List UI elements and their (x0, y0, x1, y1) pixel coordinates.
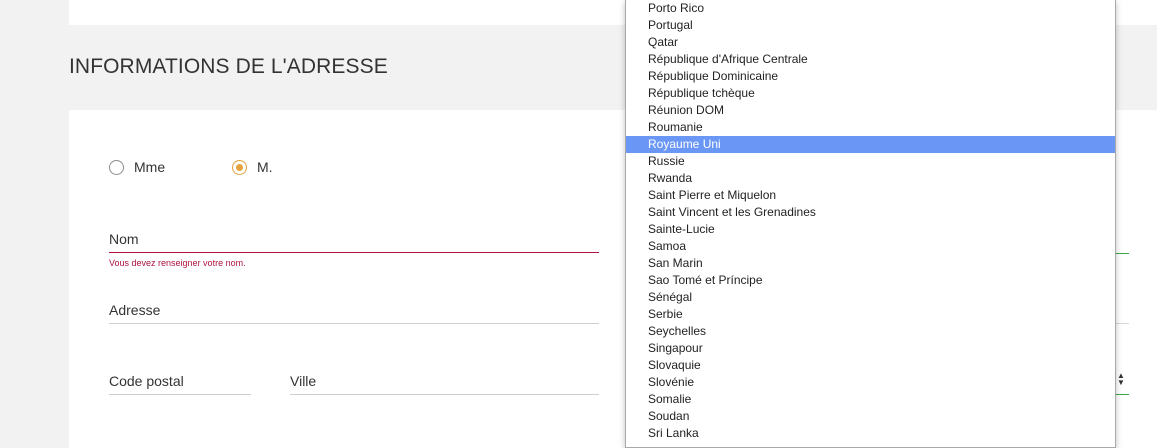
country-option[interactable]: République Dominicaine (626, 68, 1115, 85)
country-option[interactable]: République tchèque (626, 85, 1115, 102)
country-dropdown-list[interactable]: Porto Rico Portugal Qatar République d'Afri… (625, 0, 1116, 448)
code-postal-input[interactable]: Code postal (109, 368, 251, 395)
radio-mme-label[interactable]: Mme (134, 159, 165, 175)
ville-input[interactable]: Ville (290, 368, 599, 395)
country-option[interactable]: Saint Vincent et les Grenadines (626, 204, 1115, 221)
right-field-underline (1115, 323, 1129, 324)
country-option[interactable]: Qatar (626, 34, 1115, 51)
country-option[interactable]: Roumanie (626, 119, 1115, 136)
country-option[interactable]: San Marin (626, 255, 1115, 272)
nom-error-message: Vous devez renseigner votre nom. (109, 258, 246, 268)
country-option[interactable]: Samoa (626, 238, 1115, 255)
country-option[interactable]: Sao Tomé et Príncipe (626, 272, 1115, 289)
country-option[interactable]: Slovaquie (626, 357, 1115, 374)
code-postal-label: Code postal (109, 373, 184, 389)
select-arrows-icon[interactable]: ▲ ▼ (1116, 372, 1126, 387)
country-option[interactable]: Somalie (626, 391, 1115, 408)
adresse-label: Adresse (109, 302, 161, 318)
country-option[interactable]: Serbie (626, 306, 1115, 323)
radio-m-label[interactable]: M. (257, 159, 273, 175)
country-option[interactable]: Rwanda (626, 170, 1115, 187)
country-option[interactable]: Sainte-Lucie (626, 221, 1115, 238)
country-select-underline (1115, 394, 1129, 395)
country-option[interactable]: Sri Lanka (626, 425, 1115, 442)
country-option[interactable]: Singapour (626, 340, 1115, 357)
ville-label: Ville (290, 373, 317, 389)
country-option[interactable]: Soudan (626, 408, 1115, 425)
radio-m[interactable] (232, 160, 247, 175)
adresse-input[interactable]: Adresse (109, 297, 599, 324)
country-option[interactable]: Réunion DOM (626, 102, 1115, 119)
country-option[interactable]: Seychelles (626, 323, 1115, 340)
radio-mme[interactable] (109, 160, 124, 175)
country-option[interactable]: République d'Afrique Centrale (626, 51, 1115, 68)
country-option[interactable]: Slovénie (626, 374, 1115, 391)
country-option[interactable]: Porto Rico (626, 0, 1115, 17)
nom-label: Nom (109, 231, 139, 247)
nom-input[interactable]: Nom (109, 226, 599, 253)
section-title: INFORMATIONS DE L'ADRESSE (69, 55, 388, 78)
country-option[interactable]: Saint Pierre et Miquelon (626, 187, 1115, 204)
country-option[interactable]: Royaume Uni (626, 135, 1115, 153)
country-option[interactable]: Sénégal (626, 289, 1115, 306)
right-field-underline-valid (1115, 253, 1129, 254)
country-option[interactable]: Russie (626, 153, 1115, 170)
country-option[interactable]: Portugal (626, 17, 1115, 34)
